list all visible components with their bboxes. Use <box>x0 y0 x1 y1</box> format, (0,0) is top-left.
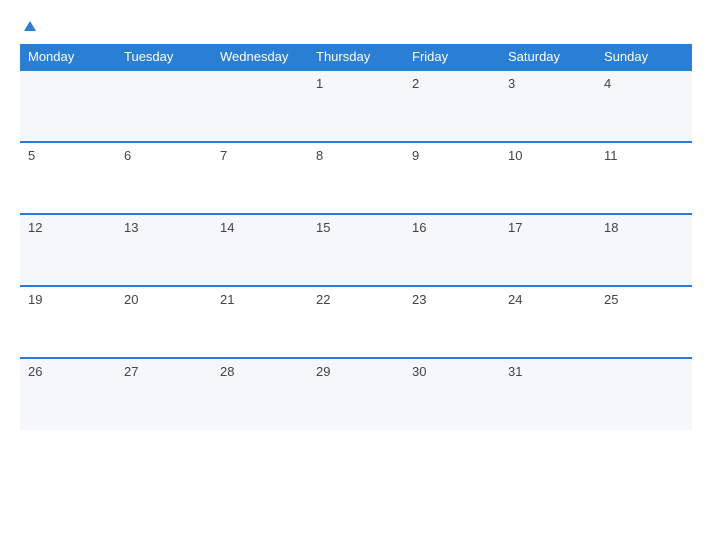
calendar-day-1: 1 <box>308 70 404 142</box>
day-number: 28 <box>220 364 234 379</box>
weekday-header-saturday: Saturday <box>500 44 596 70</box>
day-number: 11 <box>604 148 618 163</box>
day-number: 27 <box>124 364 138 379</box>
day-number: 16 <box>412 220 426 235</box>
calendar-week-row: 26 27 28 29 30 31 <box>20 358 692 430</box>
day-number: 10 <box>508 148 522 163</box>
calendar-week-row: 5 6 7 8 9 10 11 <box>20 142 692 214</box>
calendar-day-6: 6 <box>116 142 212 214</box>
weekday-header-thursday: Thursday <box>308 44 404 70</box>
calendar-day-26: 26 <box>20 358 116 430</box>
calendar-day-empty <box>596 358 692 430</box>
day-number: 9 <box>412 148 419 163</box>
calendar-day-13: 13 <box>116 214 212 286</box>
calendar-day-empty <box>20 70 116 142</box>
logo <box>20 16 39 34</box>
calendar-day-25: 25 <box>596 286 692 358</box>
calendar-day-8: 8 <box>308 142 404 214</box>
calendar-header: MondayTuesdayWednesdayThursdayFridaySatu… <box>20 44 692 70</box>
weekday-header-row: MondayTuesdayWednesdayThursdayFridaySatu… <box>20 44 692 70</box>
calendar-day-empty <box>212 70 308 142</box>
weekday-header-tuesday: Tuesday <box>116 44 212 70</box>
calendar-day-22: 22 <box>308 286 404 358</box>
day-number: 23 <box>412 292 426 307</box>
day-number: 14 <box>220 220 234 235</box>
day-number: 18 <box>604 220 618 235</box>
calendar-day-9: 9 <box>404 142 500 214</box>
day-number: 21 <box>220 292 234 307</box>
calendar-day-empty <box>116 70 212 142</box>
calendar-day-11: 11 <box>596 142 692 214</box>
calendar-day-19: 19 <box>20 286 116 358</box>
page: MondayTuesdayWednesdayThursdayFridaySatu… <box>0 0 712 550</box>
day-number: 24 <box>508 292 522 307</box>
calendar-day-16: 16 <box>404 214 500 286</box>
calendar-day-2: 2 <box>404 70 500 142</box>
day-number: 30 <box>412 364 426 379</box>
calendar-day-31: 31 <box>500 358 596 430</box>
calendar-day-5: 5 <box>20 142 116 214</box>
day-number: 26 <box>28 364 42 379</box>
calendar-day-20: 20 <box>116 286 212 358</box>
logo-triangle-icon <box>21 16 39 34</box>
day-number: 19 <box>28 292 42 307</box>
day-number: 1 <box>316 76 323 91</box>
calendar-day-3: 3 <box>500 70 596 142</box>
day-number: 29 <box>316 364 330 379</box>
day-number: 2 <box>412 76 419 91</box>
calendar-week-row: 12 13 14 15 16 17 18 <box>20 214 692 286</box>
calendar-day-21: 21 <box>212 286 308 358</box>
weekday-header-monday: Monday <box>20 44 116 70</box>
weekday-header-sunday: Sunday <box>596 44 692 70</box>
day-number: 31 <box>508 364 522 379</box>
day-number: 8 <box>316 148 323 163</box>
calendar-day-7: 7 <box>212 142 308 214</box>
weekday-header-friday: Friday <box>404 44 500 70</box>
calendar-day-4: 4 <box>596 70 692 142</box>
day-number: 25 <box>604 292 618 307</box>
calendar-body: 1234567891011121314151617181920212223242… <box>20 70 692 430</box>
calendar-day-23: 23 <box>404 286 500 358</box>
calendar-day-17: 17 <box>500 214 596 286</box>
calendar-day-30: 30 <box>404 358 500 430</box>
day-number: 3 <box>508 76 515 91</box>
day-number: 4 <box>604 76 611 91</box>
day-number: 15 <box>316 220 330 235</box>
calendar-day-27: 27 <box>116 358 212 430</box>
calendar-table: MondayTuesdayWednesdayThursdayFridaySatu… <box>20 44 692 430</box>
day-number: 5 <box>28 148 35 163</box>
day-number: 12 <box>28 220 42 235</box>
header <box>20 16 692 34</box>
calendar-day-12: 12 <box>20 214 116 286</box>
calendar-week-row: 1 2 3 4 <box>20 70 692 142</box>
weekday-header-wednesday: Wednesday <box>212 44 308 70</box>
calendar-day-10: 10 <box>500 142 596 214</box>
calendar-day-18: 18 <box>596 214 692 286</box>
day-number: 13 <box>124 220 138 235</box>
day-number: 6 <box>124 148 131 163</box>
calendar-day-29: 29 <box>308 358 404 430</box>
calendar-day-15: 15 <box>308 214 404 286</box>
calendar-week-row: 19 20 21 22 23 24 25 <box>20 286 692 358</box>
day-number: 20 <box>124 292 138 307</box>
day-number: 17 <box>508 220 522 235</box>
day-number: 7 <box>220 148 227 163</box>
calendar-day-14: 14 <box>212 214 308 286</box>
day-number: 22 <box>316 292 330 307</box>
calendar-day-28: 28 <box>212 358 308 430</box>
calendar-day-24: 24 <box>500 286 596 358</box>
